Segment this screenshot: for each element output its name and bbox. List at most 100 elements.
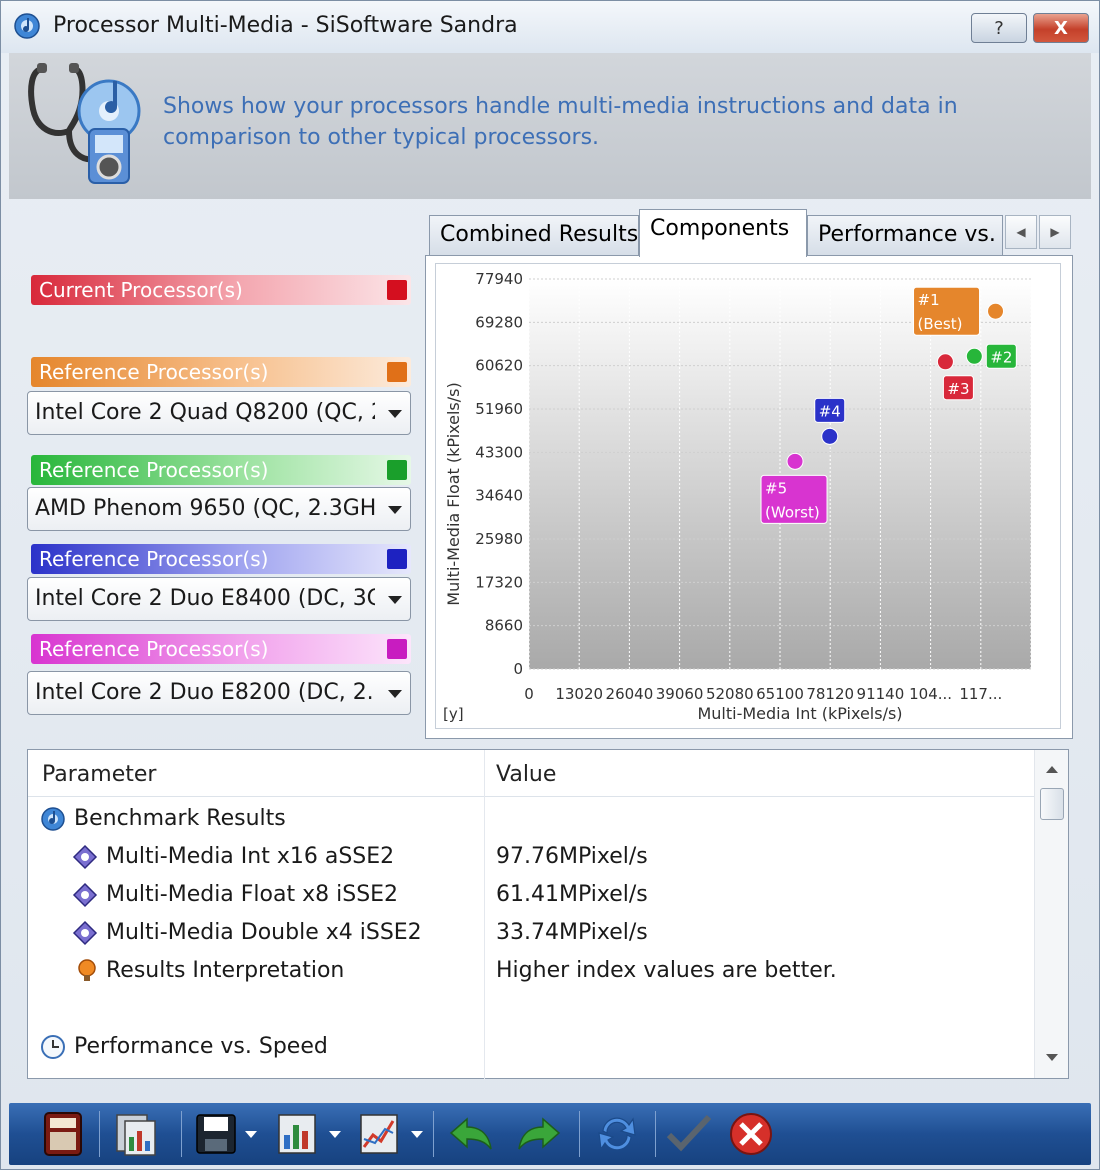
point-rank-label: #1 (918, 291, 940, 309)
toolbar-separator (655, 1111, 656, 1157)
reference-processor-bar-4: Reference Processor(s) (31, 634, 411, 664)
save-dropdown-icon[interactable] (245, 1131, 257, 1138)
scroll-down-icon[interactable] (1046, 1054, 1058, 1061)
x-tick-label: 78120 (806, 685, 854, 703)
point-rank-label: #5 (765, 479, 787, 497)
close-button[interactable]: X (1033, 13, 1089, 43)
chevron-down-icon[interactable] (388, 410, 402, 418)
chevron-down-icon[interactable] (388, 506, 402, 514)
corner-label: [y] (443, 705, 464, 723)
tab-performance-vs[interactable]: Performance vs. P (807, 215, 1003, 255)
clock-icon (41, 1035, 65, 1059)
reference-processor-select-4[interactable]: Intel Core 2 Duo E8200 (DC, 2.67 (27, 671, 411, 715)
y-tick-label: 8660 (485, 617, 523, 635)
reference-processor-bar-1: Reference Processor(s) (31, 357, 411, 387)
x-tick-label: 39060 (656, 685, 704, 703)
toolbar-separator (181, 1111, 182, 1157)
plot-area (529, 279, 1031, 669)
result-name[interactable]: Multi-Media Double x4 iSSE2 (106, 920, 422, 945)
group-performance-vs-speed[interactable]: Performance vs. Speed (74, 1034, 328, 1059)
help-button[interactable]: ? (971, 13, 1027, 43)
column-header-parameter[interactable]: Parameter (42, 762, 156, 787)
current-processor-label: Current Processor(s) (39, 278, 243, 302)
chevron-down-icon[interactable] (388, 596, 402, 604)
data-point (786, 452, 804, 470)
y-tick-label: 77940 (475, 270, 523, 288)
reference-processor-label: Reference Processor(s) (39, 547, 269, 571)
y-tick-label: 34640 (475, 487, 523, 505)
header-banner: Shows how your processors handle multi-m… (9, 53, 1091, 199)
y-tick-label: 69280 (475, 313, 523, 331)
diamond-result-icon (72, 844, 98, 870)
data-point (965, 347, 983, 365)
benchmark-group-icon (41, 807, 65, 831)
x-tick-label: 104... (909, 685, 952, 703)
chart-bar-dropdown-icon[interactable] (329, 1131, 341, 1138)
result-name[interactable]: Multi-Media Float x8 iSSE2 (106, 882, 398, 907)
calculator-icon[interactable] (37, 1109, 89, 1159)
reference-swatch-1 (387, 362, 407, 382)
data-point (936, 353, 954, 371)
y-tick-label: 17320 (475, 573, 523, 591)
components-scatter-chart: 0 13020 26040 39060 52080 65100 78120 91140 104.… (443, 270, 1032, 723)
tab-scroll-left-icon[interactable]: ◀ (1005, 215, 1037, 249)
current-processor-bar: Current Processor(s) (31, 275, 411, 305)
x-tick-label: 117... (959, 685, 1002, 703)
help-icon: ? (994, 17, 1004, 39)
reference-select-3-value: Intel Core 2 Duo E8400 (DC, 3GHz (35, 586, 375, 611)
y-tick-label: 25980 (475, 530, 523, 548)
results-scrollbar[interactable] (1034, 750, 1068, 1078)
cancel-icon[interactable] (725, 1109, 777, 1159)
chart-line-icon[interactable] (355, 1109, 407, 1159)
reference-processor-bar-3: Reference Processor(s) (31, 544, 411, 574)
reference-select-2-value: AMD Phenom 9650 (QC, 2.3GHz (35, 496, 375, 521)
group-benchmark-results[interactable]: Benchmark Results (74, 806, 286, 831)
back-icon[interactable] (445, 1109, 497, 1159)
scroll-up-icon[interactable] (1046, 766, 1058, 773)
x-axis-label: Multi-Media Int (kPixels/s) (697, 704, 902, 723)
reference-processor-select-2[interactable]: AMD Phenom 9650 (QC, 2.3GHz (27, 487, 411, 531)
reference-processor-bar-2: Reference Processor(s) (31, 455, 411, 485)
result-value: 33.74MPixel/s (496, 920, 648, 945)
column-divider[interactable] (484, 750, 485, 1080)
scroll-thumb[interactable] (1040, 788, 1064, 820)
chevron-down-icon[interactable] (388, 690, 402, 698)
x-tick-label: 91140 (857, 685, 905, 703)
y-tick-label: 0 (513, 660, 523, 678)
chart-bar-icon[interactable] (273, 1109, 325, 1159)
interpretation-name[interactable]: Results Interpretation (106, 958, 344, 983)
ok-icon[interactable] (663, 1109, 715, 1159)
toolbar-separator (433, 1111, 434, 1157)
x-tick-label: 52080 (706, 685, 754, 703)
reference-processor-label: Reference Processor(s) (39, 360, 269, 384)
tab-components[interactable]: Components (639, 209, 807, 257)
reports-icon[interactable] (111, 1109, 163, 1159)
tab-scroll-right-icon[interactable]: ▶ (1039, 215, 1071, 249)
y-tick-label: 51960 (475, 400, 523, 418)
forward-icon[interactable] (513, 1109, 565, 1159)
y-axis-label: Multi-Media Float (kPixels/s) (444, 382, 463, 605)
title-bar[interactable]: Processor Multi-Media - SiSoftware Sandr… (1, 1, 1099, 53)
interpretation-value: Higher index values are better. (496, 958, 837, 983)
reference-processor-select-3[interactable]: Intel Core 2 Duo E8400 (DC, 3GHz (27, 577, 411, 621)
reference-processor-select-1[interactable]: Intel Core 2 Quad Q8200 (QC, 2.33GHz (27, 391, 411, 435)
result-name[interactable]: Multi-Media Int x16 aSSE2 (106, 844, 394, 869)
diamond-result-icon (72, 882, 98, 908)
window-title: Processor Multi-Media - SiSoftware Sandr… (53, 13, 518, 38)
header-divider (28, 796, 1034, 797)
bottom-toolbar (9, 1103, 1091, 1165)
lightbulb-icon (78, 959, 96, 981)
chart-line-dropdown-icon[interactable] (411, 1131, 423, 1138)
reference-select-1-value: Intel Core 2 Quad Q8200 (QC, 2.33GHz (35, 400, 375, 425)
results-table: Parameter Value Benchmark Results Multi-… (27, 749, 1069, 1080)
save-icon[interactable] (191, 1109, 243, 1159)
reference-swatch-2 (387, 460, 407, 480)
tab-combined-results[interactable]: Combined Results (429, 215, 639, 255)
refresh-icon[interactable] (591, 1109, 643, 1159)
x-tick-label: 13020 (555, 685, 603, 703)
x-tick-label: 0 (524, 685, 534, 703)
point-rank-label: #3 (947, 380, 969, 398)
point-rank-label: #4 (819, 402, 841, 420)
x-tick-label: 65100 (756, 685, 804, 703)
column-header-value[interactable]: Value (496, 762, 556, 787)
